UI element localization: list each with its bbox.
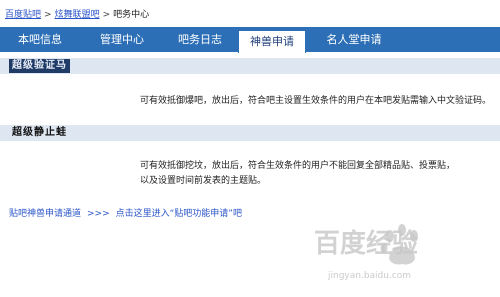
beast-application-channel-link[interactable]: 贴吧神兽申请通道: [9, 209, 81, 219]
description-line: 可有效抵御挖坟，放出后，符合生效条件的用户不能回复全部精品贴、投票贴，: [140, 161, 456, 171]
watermark-text: 百度经验: [314, 228, 418, 259]
tab-beast-application[interactable]: 神兽申请: [238, 30, 306, 53]
breadcrumb-forum[interactable]: 炫舞联盟吧: [55, 10, 100, 20]
watermark-logo: 百度经验 jingyan.baidu.com: [314, 224, 418, 281]
breadcrumb: 百度贴吧 > 炫舞联盟吧 > 吧务中心: [5, 8, 149, 22]
section-description: 可有效抵御爆吧，放出后，符合吧主设置生效条件的用户在本吧发贴需输入中文验证码。: [140, 94, 491, 109]
feature-application-link[interactable]: 点击这里进入“贴吧功能申请”吧: [116, 209, 242, 219]
section-header-super-freeze: 超级静止蛙: [0, 125, 500, 141]
breadcrumb-separator: >: [44, 10, 52, 20]
tab-hall-of-fame-application[interactable]: 名人堂申请: [318, 27, 390, 52]
footer-links: 贴吧神兽申请通道 >>> 点击这里进入“贴吧功能申请”吧: [9, 206, 242, 219]
description-line: 可有效抵御爆吧，放出后，符合吧主设置生效条件的用户在本吧发贴需输入中文验证码。: [140, 96, 492, 106]
section-description: 可有效抵御挖坟，放出后，符合生效条件的用户不能回复全部精品贴、投票贴， 以及设置…: [140, 159, 455, 189]
watermark-url: jingyan.baidu.com: [327, 271, 411, 281]
breadcrumb-separator: >: [102, 10, 111, 20]
section-title: 超级静止蛙: [12, 127, 67, 138]
breadcrumb-baidu-tieba[interactable]: 百度贴吧: [5, 10, 41, 20]
baidu-jingyan-watermark: 百度经验 jingyan.baidu.com: [312, 214, 492, 294]
tab-bar: 本吧信息 管理中心 吧务日志 神兽申请 名人堂申请: [0, 27, 500, 53]
section-title: 超级验证马: [9, 59, 70, 73]
section-header-super-captcha: 超级验证马: [0, 58, 500, 74]
arrows-icon: >>>: [87, 209, 110, 219]
description-line: 以及设置时间前发表的主题贴。: [140, 176, 267, 186]
tab-management-center[interactable]: 管理中心: [88, 27, 156, 52]
breadcrumb-current: 吧务中心: [113, 10, 150, 20]
tab-forum-info[interactable]: 本吧信息: [10, 27, 70, 52]
tab-forum-log[interactable]: 吧务日志: [166, 27, 234, 52]
